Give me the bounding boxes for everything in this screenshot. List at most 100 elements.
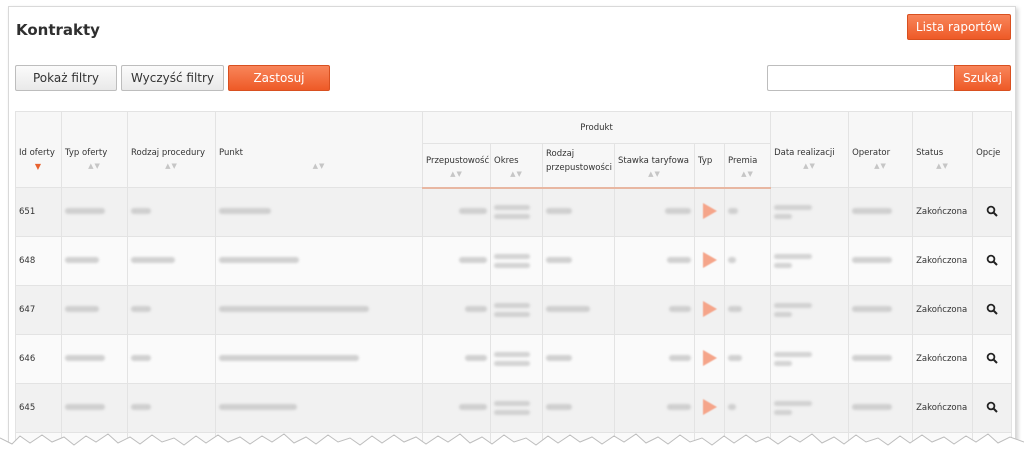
type-arrow-icon — [702, 300, 717, 317]
column-header-label: Premia — [728, 156, 758, 166]
cell-throughput-type — [542, 285, 615, 335]
cell-operator — [848, 285, 914, 335]
cell-throughput-type — [542, 236, 615, 286]
cell-tariff — [614, 236, 695, 286]
cell-point — [215, 285, 423, 335]
torn-edge-decoration — [0, 433, 1024, 468]
search-icon[interactable] — [986, 352, 998, 364]
cell-date — [770, 285, 850, 335]
column-header-id[interactable]: Id oferty ▼ — [15, 111, 62, 188]
sort-icon[interactable]: ▲▼ — [774, 162, 845, 170]
search-icon[interactable] — [986, 205, 998, 217]
type-arrow-icon — [702, 251, 717, 268]
column-header-offer-type[interactable]: Typ oferty ▲▼ — [61, 111, 128, 188]
reports-list-button[interactable]: Lista raportów — [907, 14, 1011, 40]
column-header-period[interactable]: Okres ▲▼ — [490, 143, 543, 189]
contracts-table: Id oferty ▼ Typ oferty ▲▼ Rodzaj procedu… — [15, 111, 1013, 446]
search-button[interactable]: Szukaj — [954, 65, 1011, 91]
column-header-date[interactable]: Data realizacji ▲▼ — [770, 111, 850, 188]
cell-status: Zakończona — [912, 187, 974, 237]
cell-point — [215, 383, 423, 433]
apply-button[interactable]: Zastosuj — [228, 65, 330, 91]
cell-status: Zakończona — [912, 383, 974, 433]
column-header-label: przepustowości — [546, 163, 612, 173]
cell-date — [770, 383, 850, 433]
column-header-label: Typ — [698, 156, 713, 166]
cell-throughput-type — [542, 187, 615, 237]
column-header-tariff[interactable]: Stawka taryfowa ▲▼ — [614, 143, 695, 189]
cell-point — [215, 334, 423, 384]
column-header-point[interactable]: Punkt ▲▼ — [215, 111, 423, 188]
cell-id: 648 — [15, 236, 62, 286]
cell-throughput — [422, 383, 491, 433]
cell-procedure — [127, 285, 216, 335]
column-header-throughput[interactable]: Przepustowość ▲▼ — [422, 143, 491, 189]
column-header-label: Punkt — [219, 148, 244, 158]
sort-icon[interactable]: ▲▼ — [131, 162, 212, 170]
sort-icon[interactable]: ▲▼ — [426, 170, 487, 178]
column-header-status[interactable]: Status ▲▼ — [912, 111, 974, 188]
column-group-product: Produkt — [421, 111, 772, 144]
cell-id: 645 — [15, 383, 62, 433]
cell-bonus — [723, 383, 772, 433]
cell-point — [215, 236, 423, 286]
cell-tariff — [614, 285, 695, 335]
cell-type — [694, 334, 725, 384]
cell-period — [490, 285, 543, 335]
sort-icon[interactable]: ▲▼ — [618, 170, 691, 178]
cell-operator — [848, 187, 914, 237]
cell-period — [490, 334, 543, 384]
sort-icon[interactable]: ▲▼ — [852, 162, 909, 170]
cell-procedure — [127, 236, 216, 286]
column-header-bonus[interactable]: Premia ▲▼ — [723, 143, 772, 189]
cell-options — [972, 334, 1013, 384]
cell-procedure — [127, 334, 216, 384]
cell-bonus — [723, 285, 772, 335]
clear-filters-button[interactable]: Wyczyść filtry — [121, 65, 224, 91]
cell-period — [490, 187, 543, 237]
sort-icon[interactable]: ▲▼ — [65, 162, 124, 170]
cell-options — [972, 383, 1013, 433]
column-header-label: Okres — [494, 156, 519, 166]
search-icon[interactable] — [986, 401, 998, 413]
cell-tariff — [614, 334, 695, 384]
column-header-label: Data realizacji — [774, 148, 835, 158]
sort-icon[interactable]: ▲▼ — [916, 162, 969, 170]
type-arrow-icon — [702, 202, 717, 219]
cell-period — [490, 383, 543, 433]
cell-status: Zakończona — [912, 285, 974, 335]
column-header-operator[interactable]: Operator ▲▼ — [848, 111, 914, 188]
cell-offer-type — [61, 285, 128, 335]
search-icon[interactable] — [986, 303, 998, 315]
cell-date — [770, 187, 850, 237]
cell-procedure — [127, 383, 216, 433]
column-header-throughput-type[interactable]: Rodzaj przepustowości — [542, 143, 615, 189]
cell-throughput-type — [542, 383, 615, 433]
cell-throughput — [422, 334, 491, 384]
cell-status: Zakończona — [912, 236, 974, 286]
show-filters-button[interactable]: Pokaż filtry — [15, 65, 117, 91]
cell-id: 651 — [15, 187, 62, 237]
table-row: 651 Zakończona — [15, 187, 1013, 237]
column-header-label: Opcje — [976, 148, 1001, 158]
sort-icon[interactable]: ▲▼ — [728, 170, 767, 178]
search-icon[interactable] — [986, 254, 998, 266]
sort-icon[interactable]: ▲▼ — [219, 162, 419, 170]
page-title: Kontrakty — [16, 21, 100, 39]
column-header-procedure[interactable]: Rodzaj procedury ▲▼ — [127, 111, 216, 188]
cell-point — [215, 187, 423, 237]
cell-type — [694, 187, 725, 237]
cell-period — [490, 236, 543, 286]
search-input[interactable] — [767, 65, 955, 91]
table-row: 645 Zakończona — [15, 383, 1013, 433]
sort-icon[interactable]: ▲▼ — [494, 170, 539, 178]
column-header-label: Id oferty — [19, 148, 55, 158]
column-header-label: Przepustowość — [426, 156, 490, 166]
type-arrow-icon — [702, 349, 717, 366]
cell-bonus — [723, 334, 772, 384]
column-header-type: Typ — [694, 143, 725, 189]
cell-bonus — [723, 236, 772, 286]
column-header-options: Opcje — [972, 111, 1013, 188]
sort-desc-icon[interactable]: ▼ — [19, 162, 58, 171]
cell-options — [972, 187, 1013, 237]
